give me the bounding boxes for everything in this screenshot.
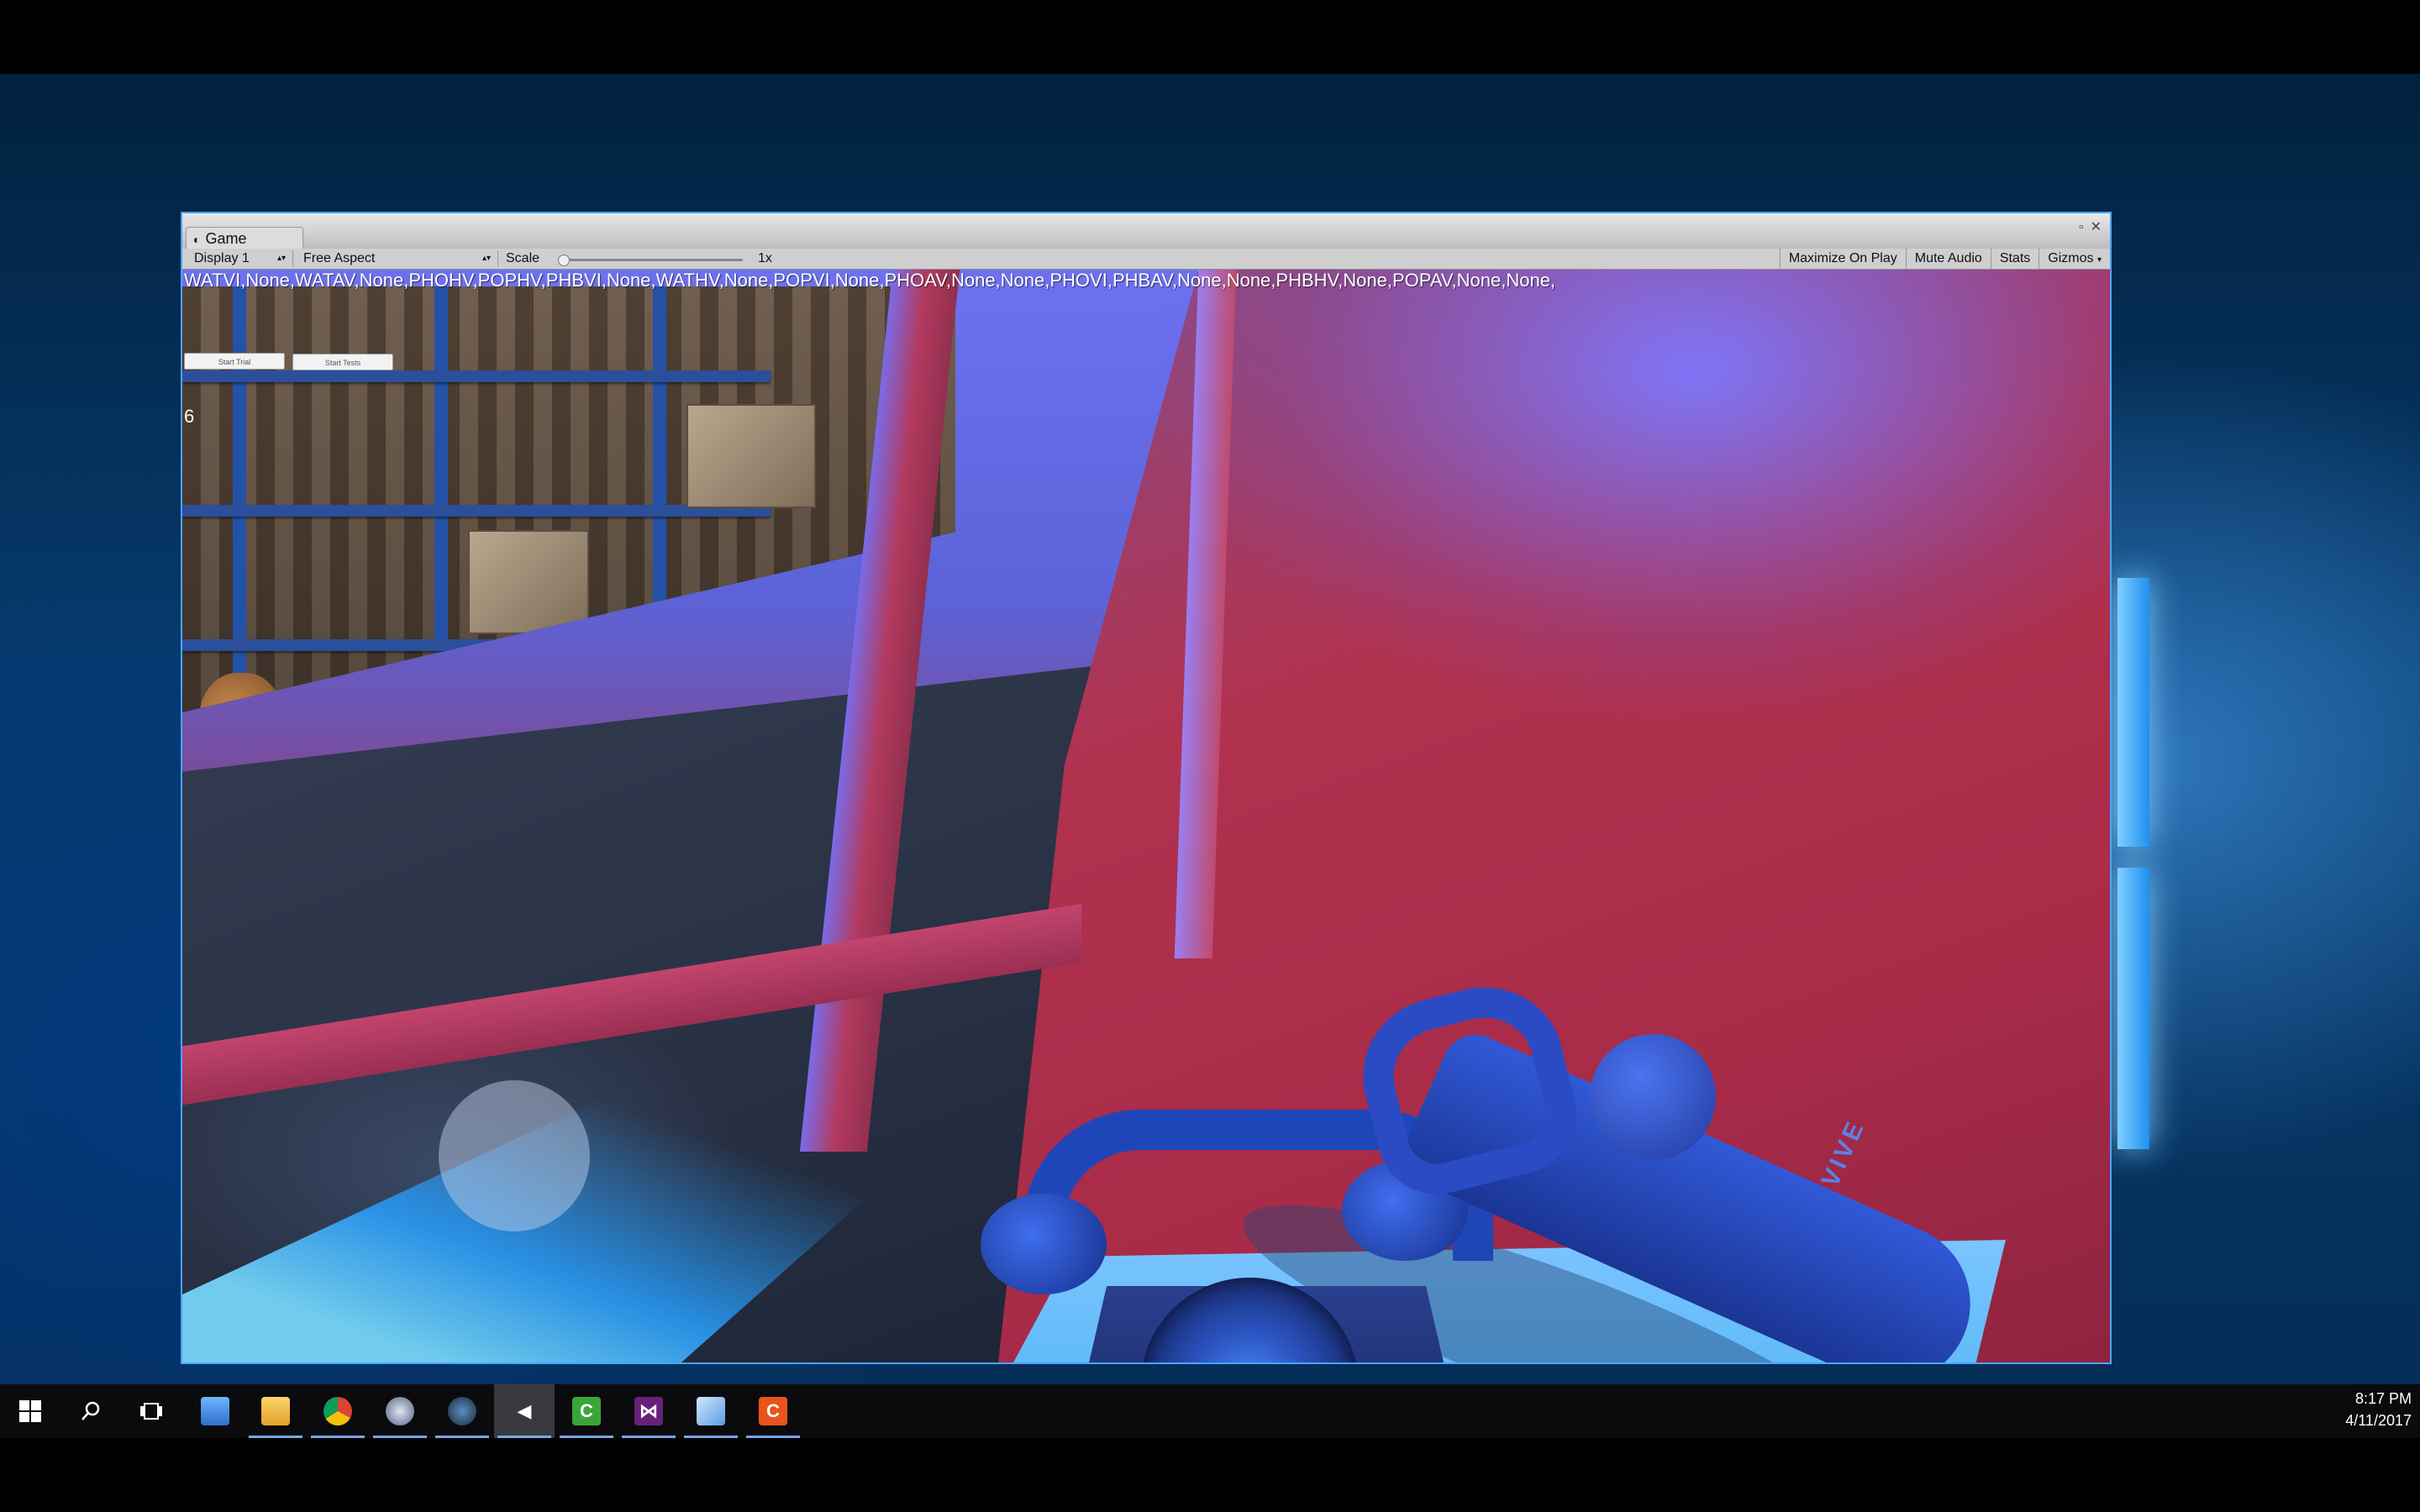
- window-controls: ▫ ✕: [2072, 218, 2102, 235]
- aspect-dropdown-label: Free Aspect: [303, 251, 376, 265]
- toolbar-toggles: Maximize On Play Mute Audio Stats Gizmos…: [1779, 249, 2110, 269]
- maximize-on-play-button[interactable]: Maximize On Play: [1779, 249, 1906, 269]
- game-toolbar: Display 1 ▴▾ Free Aspect ▴▾ Scale 1x Maxim…: [182, 249, 2110, 270]
- task-view-button[interactable]: [121, 1384, 182, 1438]
- debug-sequence-text: WATVI,None,WATAV,None,PHOHV,POPHV,PHBVI,…: [184, 270, 1556, 291]
- taskbar-app-explorer[interactable]: [245, 1384, 306, 1438]
- taskbar-app-steam[interactable]: [432, 1384, 492, 1438]
- start-tests-button[interactable]: Start Tests: [292, 354, 393, 370]
- scale-value: 1x: [758, 251, 772, 265]
- trial-counter: 6: [184, 406, 195, 427]
- unity-game-window[interactable]: ◐ Game ▫ ✕ Display 1 ▴▾ Free Aspect ▴▾ Scale…: [181, 212, 2112, 1364]
- steam-icon: [448, 1397, 476, 1425]
- taskbar-app-recorder[interactable]: C: [743, 1384, 803, 1438]
- windows-start-icon: [16, 1397, 45, 1425]
- task-view-icon: [137, 1397, 166, 1425]
- taskbar-app-other[interactable]: [681, 1384, 741, 1438]
- clock-date: 4/11/2017: [2345, 1412, 2412, 1429]
- scale-control: Scale 1x: [506, 250, 772, 267]
- scale-slider-thumb[interactable]: [558, 255, 570, 266]
- network-laptop-icon: [201, 1397, 229, 1425]
- dropdown-arrow-icon: ▾: [2096, 255, 2102, 265]
- camtasia-icon: C: [572, 1397, 601, 1425]
- search-icon: [76, 1397, 105, 1425]
- search-button[interactable]: [60, 1384, 121, 1438]
- start-button[interactable]: [0, 1384, 60, 1438]
- windows-taskbar: ◀ C ⋈ C: [0, 1384, 2420, 1438]
- game-tab-label: Game: [205, 230, 247, 247]
- maximize-icon[interactable]: ▫: [2079, 220, 2084, 234]
- mute-audio-button[interactable]: Mute Audio: [1905, 249, 1991, 269]
- taskbar-app-network[interactable]: [185, 1384, 245, 1438]
- teleport-marker: [439, 1080, 590, 1231]
- stats-button[interactable]: Stats: [1990, 249, 2039, 269]
- file-explorer-icon: [261, 1397, 290, 1425]
- unity-icon: ◀: [517, 1400, 532, 1421]
- chrome-icon: [324, 1397, 352, 1425]
- unity-tab-bar: ◐ Game ▫ ✕: [182, 213, 2110, 249]
- tab-game[interactable]: ◐ Game: [186, 227, 303, 249]
- app-icon: [697, 1397, 725, 1425]
- game-tab-icon: ◐: [193, 233, 201, 246]
- close-icon[interactable]: ✕: [2091, 220, 2102, 234]
- taskbar-app-unity[interactable]: ◀: [494, 1384, 555, 1438]
- taskbar-app-chrome[interactable]: [308, 1384, 368, 1438]
- visual-studio-icon: ⋈: [634, 1397, 663, 1425]
- game-viewport[interactable]: VIVE WATVI,None,WATAV,None,PHOHV,POPHV,P…: [182, 270, 2110, 1362]
- camtasia-recorder-icon: C: [759, 1397, 787, 1425]
- start-trial-button[interactable]: Start Trial: [184, 353, 285, 370]
- taskbar-app-camtasia[interactable]: C: [556, 1384, 617, 1438]
- windows-logo-wallpaper: [2118, 578, 2185, 1149]
- taskbar-app-steamvr[interactable]: [370, 1384, 430, 1438]
- booth-light: [1149, 270, 2110, 740]
- display-dropdown[interactable]: Display 1 ▴▾: [186, 250, 293, 267]
- display-dropdown-label: Display 1: [194, 251, 250, 265]
- aspect-dropdown[interactable]: Free Aspect ▴▾: [295, 250, 498, 267]
- handset-earpiece: [981, 1194, 1107, 1294]
- scale-slider[interactable]: [558, 255, 743, 266]
- gizmos-dropdown[interactable]: Gizmos ▾: [2039, 249, 2110, 269]
- system-clock[interactable]: 8:17 PM 4/11/2017: [2345, 1388, 2412, 1431]
- dropdown-arrow-icon: ▴▾: [276, 254, 286, 263]
- vive-controller-trackpad: [1590, 1034, 1716, 1160]
- dropdown-arrow-icon: ▴▾: [481, 254, 491, 263]
- scale-label: Scale: [506, 251, 540, 265]
- taskbar-app-visual-studio[interactable]: ⋈: [618, 1384, 679, 1438]
- clock-time: 8:17 PM: [2354, 1390, 2412, 1407]
- steamvr-icon: [386, 1397, 414, 1425]
- gizmos-label: Gizmos: [2048, 251, 2094, 265]
